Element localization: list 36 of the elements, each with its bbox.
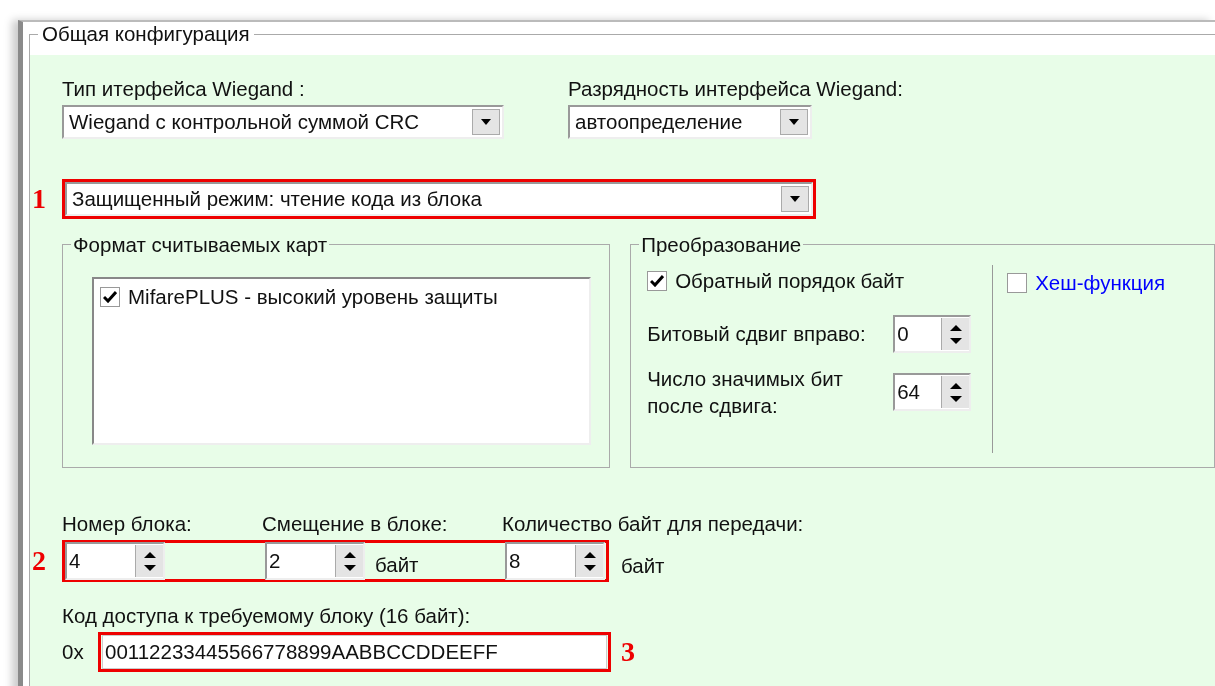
callout-number: 1 xyxy=(32,183,47,215)
spin-box[interactable]: 0 xyxy=(893,315,972,353)
unit-label: байт xyxy=(621,554,665,578)
list-item[interactable]: MifarePLUS - высокий уровень защиты xyxy=(128,285,498,309)
callout-number: 3 xyxy=(621,636,636,668)
field-label: Код доступа к требуемому блоку (16 байт): xyxy=(62,604,472,628)
field-label: Количество байт для передачи: xyxy=(502,512,805,536)
spin-box[interactable]: 2 xyxy=(265,542,365,580)
spin-arrows-icon[interactable] xyxy=(941,376,970,408)
checkbox-label[interactable]: Обратный порядок байт xyxy=(675,269,905,293)
spin-arrows-icon[interactable] xyxy=(941,318,970,350)
spin-arrows-icon[interactable] xyxy=(135,545,163,577)
input-field[interactable]: 00112233445566778899AABBCCDDEEFF xyxy=(102,635,607,669)
spin-arrows-icon[interactable] xyxy=(335,545,363,577)
field-label: Битовый сдвиг вправо: xyxy=(647,322,866,346)
field-label: Смещение в блоке: xyxy=(262,512,449,536)
checkbox[interactable] xyxy=(647,271,668,291)
checkbox-label[interactable]: Хеш-функция xyxy=(1035,271,1165,295)
list-box[interactable]: MifarePLUS - высокий уровень защиты xyxy=(92,277,591,445)
unit-label: байт xyxy=(375,553,419,577)
spin-box[interactable]: 8 xyxy=(505,542,605,580)
field-prefix: 0x xyxy=(62,640,85,664)
dropdown[interactable]: Wiegand с контрольной суммой CRC xyxy=(62,105,504,139)
spin-box[interactable]: 4 xyxy=(65,542,165,580)
dropdown[interactable]: Защищенный режим: чтение кода из блока xyxy=(65,182,813,216)
checkbox[interactable] xyxy=(1007,273,1028,293)
checkbox[interactable] xyxy=(100,287,120,307)
spin-arrows-icon[interactable] xyxy=(575,545,603,577)
group-title: Общая конфигурация xyxy=(38,22,254,46)
callout-number: 2 xyxy=(32,545,47,577)
field-label: Номер блока: xyxy=(62,512,193,536)
field-label: Тип итерфейса Wiegand : xyxy=(62,77,306,101)
spin-box[interactable]: 64 xyxy=(893,373,972,411)
dropdown[interactable]: автоопределение xyxy=(568,105,812,139)
field-label: Число значимых бит после сдвига: xyxy=(647,366,843,419)
field-label: Разрядность интерфейса Wiegand: xyxy=(568,77,903,101)
